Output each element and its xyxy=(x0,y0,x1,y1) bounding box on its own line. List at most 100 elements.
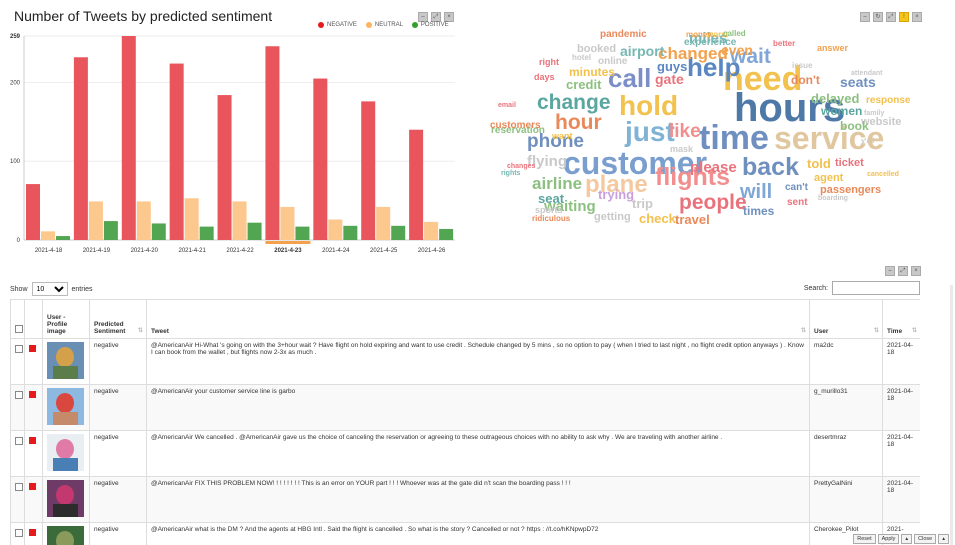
row-checkbox[interactable] xyxy=(15,437,23,445)
row-checkbox[interactable] xyxy=(15,529,23,537)
tweet-header[interactable]: Tweet ⇅ xyxy=(146,299,810,339)
table-row[interactable]: negative @AmericanAir your customer serv… xyxy=(10,384,920,431)
up-arrow-icon[interactable]: ▴ xyxy=(938,534,949,544)
bar-neutral xyxy=(88,201,103,240)
word-cloud-word: credit xyxy=(566,77,602,92)
word-cloud-word: time xyxy=(699,119,769,157)
negative-marker-icon xyxy=(29,391,36,398)
word-cloud-word: getting xyxy=(594,211,631,223)
word-cloud-word: minutes xyxy=(569,65,616,79)
bar-negative xyxy=(73,57,88,240)
row-checkbox[interactable] xyxy=(15,483,23,491)
bar-negative xyxy=(313,78,328,240)
select-all-header[interactable] xyxy=(10,299,25,339)
tweet-cell: @AmericanAir what is the DM ? And the ag… xyxy=(146,522,810,545)
word-cloud-word: just xyxy=(625,116,675,147)
bar-chart: 0 100 200 259 2021-4-18 2021-4-19 2021-4-20 202… xyxy=(10,34,455,254)
avatar xyxy=(47,480,84,517)
x-tick-label: 2021-4-24 xyxy=(322,248,350,254)
x-tick-label: 2021-4-21 xyxy=(178,248,206,254)
word-cloud-word: times xyxy=(743,204,775,218)
negative-marker-icon xyxy=(29,483,36,490)
row-select-cell[interactable] xyxy=(10,338,25,385)
word-cloud-word: days xyxy=(534,72,555,82)
table-row[interactable]: negative @AmericanAir what is the DM ? A… xyxy=(10,522,920,545)
time-header[interactable]: Time ⇅ xyxy=(882,299,920,339)
sentiment-cell: negative xyxy=(89,384,147,431)
word-cloud-word: can't xyxy=(785,182,808,193)
apply-button[interactable]: Apply xyxy=(877,534,900,544)
word-cloud-word: better xyxy=(773,39,796,48)
close-button[interactable]: Close xyxy=(914,534,937,544)
user-cell: ma2dc xyxy=(809,338,883,385)
tweet-cell: @AmericanAir FIX THIS PROBLEM NOW! ! ! !… xyxy=(146,476,810,523)
bar-neutral xyxy=(184,198,199,240)
word-cloud-word: don't xyxy=(791,73,820,87)
word-cloud-word: hotel xyxy=(572,53,592,62)
table-row[interactable]: negative @AmericanAir Hi-What 's going o… xyxy=(10,338,920,385)
y-tick-label: 200 xyxy=(10,80,21,86)
row-select-cell[interactable] xyxy=(10,430,25,477)
search-input[interactable] xyxy=(832,281,920,295)
close-icon[interactable]: × xyxy=(912,12,922,22)
word-cloud-word: hour xyxy=(555,111,602,134)
highlight-marker xyxy=(265,241,311,244)
profile-cell xyxy=(42,430,90,477)
row-select-cell[interactable] xyxy=(10,476,25,523)
word-cloud-word: boarding xyxy=(818,195,848,202)
bar-negative xyxy=(121,36,136,240)
table-row[interactable]: negative @AmericanAir We cancelled . @Am… xyxy=(10,430,920,477)
entries-select[interactable]: 10 xyxy=(31,282,68,296)
minimize-icon[interactable]: – xyxy=(885,266,895,276)
word-cloud-word: change xyxy=(537,91,611,114)
table-row[interactable]: negative @AmericanAir FIX THIS PROBLEM N… xyxy=(10,476,920,523)
word-cloud-word: ridiculous xyxy=(532,214,571,223)
word-cloud-word: cancelled xyxy=(867,171,899,178)
word-cloud-word: want xyxy=(552,131,573,141)
bar-positive xyxy=(247,222,262,240)
profile-header[interactable]: User - Profile image xyxy=(42,299,90,339)
word-cloud-word: email xyxy=(498,102,516,109)
bar-positive xyxy=(439,228,454,240)
sentiment-color-cell xyxy=(24,430,43,477)
bar-neutral xyxy=(41,231,55,240)
page-scrollbar[interactable] xyxy=(950,285,953,545)
search-control: Search: xyxy=(804,281,920,295)
word-cloud-word: money xyxy=(686,30,712,39)
user-cell: desertmraz xyxy=(809,430,883,477)
word-cloud-word: check xyxy=(639,211,676,226)
word-cloud-word: told xyxy=(807,156,831,171)
user-cell: g_murillo31 xyxy=(809,384,883,431)
sentiment-color-cell xyxy=(24,522,43,545)
bar-negative xyxy=(26,184,40,240)
row-select-cell[interactable] xyxy=(10,522,25,545)
row-select-cell[interactable] xyxy=(10,384,25,431)
user-header[interactable]: User ⇅ xyxy=(809,299,883,339)
row-checkbox[interactable] xyxy=(15,345,23,353)
expand-icon[interactable]: ⤢ xyxy=(898,266,908,276)
word-cloud-word: issue xyxy=(792,61,813,70)
word-cloud-word: people xyxy=(679,191,747,214)
show-label: Show xyxy=(10,285,28,293)
sort-icon: ⇅ xyxy=(137,328,143,334)
up-arrow-icon[interactable]: ▴ xyxy=(901,534,913,544)
bar-positive xyxy=(103,221,118,240)
sort-icon: ⇅ xyxy=(873,328,879,334)
word-cloud-word: trying xyxy=(598,187,635,202)
bar-neutral xyxy=(328,219,343,240)
reset-button[interactable]: Reset xyxy=(853,534,876,544)
x-tick-label: 2021-4-26 xyxy=(418,248,446,254)
select-all-checkbox[interactable] xyxy=(15,325,23,333)
word-cloud-word: seat xyxy=(538,191,565,206)
word-cloud-word: answer xyxy=(817,43,849,53)
sentiment-cell: negative xyxy=(89,522,147,545)
y-tick-label: 100 xyxy=(10,159,21,165)
bar-positive xyxy=(295,226,310,240)
table-toolbar: – ⤢ × xyxy=(885,266,921,276)
sentiment-header[interactable]: Predicted Sentiment ⇅ xyxy=(89,299,147,339)
sentiment-cell: negative xyxy=(89,338,147,385)
close-icon[interactable]: × xyxy=(911,266,921,276)
footer-buttons: Reset Apply ▴ Close ▴ xyxy=(853,534,949,544)
word-cloud-word: airline xyxy=(532,174,583,193)
row-checkbox[interactable] xyxy=(15,391,23,399)
